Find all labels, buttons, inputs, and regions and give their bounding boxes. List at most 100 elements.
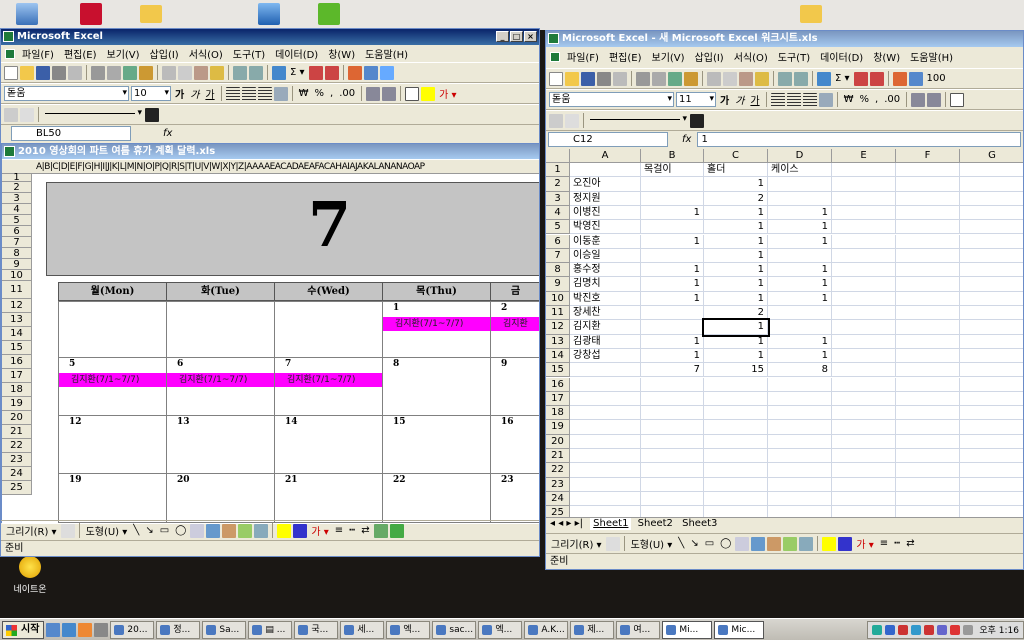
sheet-cell[interactable]: 1 — [641, 291, 704, 306]
diagram-icon[interactable] — [767, 536, 782, 551]
redo-icon[interactable] — [794, 71, 808, 86]
menu-view[interactable]: 보기(V) — [102, 46, 145, 61]
print-icon[interactable] — [636, 71, 650, 86]
sheet-cell[interactable] — [832, 491, 896, 507]
dash-style-icon[interactable]: ┅ — [892, 538, 902, 549]
row-header[interactable]: 12 — [546, 320, 570, 335]
drawing-icon[interactable] — [363, 65, 378, 80]
tab-scroll-buttons[interactable]: ◂ ◂ ▸ ▸| — [546, 518, 587, 529]
row-header[interactable]: 16 — [2, 355, 32, 369]
row-header[interactable]: 19 — [546, 420, 570, 435]
bold-button[interactable]: 가 — [173, 86, 186, 101]
sheet-cell[interactable] — [960, 320, 1023, 335]
merge-center-icon[interactable] — [273, 86, 288, 101]
tray-icon[interactable] — [885, 624, 896, 635]
wordart-icon[interactable] — [206, 523, 221, 538]
menu-help[interactable]: 도움말(H) — [905, 49, 958, 64]
increase-indent-icon[interactable] — [927, 92, 942, 107]
sheet-cell[interactable] — [832, 348, 896, 364]
fill-color-icon[interactable] — [421, 86, 436, 101]
line-icon[interactable]: ╲ — [676, 538, 686, 549]
sheet-cell[interactable]: 7 — [641, 363, 704, 378]
menu-format[interactable]: 서식(O) — [729, 49, 773, 64]
sheet-cell[interactable] — [641, 391, 704, 407]
sheet-cell[interactable] — [768, 391, 832, 407]
calendar-day-cell[interactable]: 8 — [382, 357, 491, 416]
3d-icon[interactable] — [389, 523, 404, 538]
menu-format[interactable]: 서식(O) — [184, 46, 228, 61]
merge-center-icon[interactable] — [818, 92, 833, 107]
vacation-event-bar[interactable]: 김지환 — [491, 317, 539, 331]
sheet-cell[interactable]: 정지원 — [570, 191, 641, 206]
textbox-icon[interactable] — [735, 536, 750, 551]
sheet-cell[interactable] — [768, 434, 832, 449]
sheet-cell[interactable] — [960, 420, 1023, 435]
sheet-cell[interactable] — [704, 406, 768, 421]
row-header[interactable]: 21 — [546, 449, 570, 464]
sheet-cell[interactable] — [832, 205, 896, 221]
sheet-cell[interactable]: 1 — [768, 263, 832, 278]
sheet-cell[interactable] — [960, 292, 1023, 306]
taskbar-button[interactable]: Sa... — [202, 620, 247, 639]
select-all-corner[interactable] — [546, 149, 570, 163]
format-painter-icon[interactable] — [210, 65, 224, 80]
select-objects-icon[interactable] — [605, 536, 620, 551]
row-header[interactable]: 4 — [2, 204, 32, 215]
taskbar-button[interactable]: ▤ ... — [248, 620, 293, 639]
sheet-cell[interactable]: 김명치 — [570, 277, 641, 292]
menu-view[interactable]: 보기(V) — [647, 49, 690, 64]
font-name-select[interactable]: 돋움 — [549, 92, 674, 107]
sheet-cell[interactable] — [896, 334, 960, 349]
sheet-cell[interactable] — [641, 191, 704, 206]
column-header[interactable]: B — [641, 149, 704, 163]
sheet-cell[interactable] — [832, 363, 896, 378]
tray-icon[interactable] — [937, 624, 948, 635]
vacation-event-bar[interactable]: 김지환(7/1~7/7) — [383, 317, 490, 331]
row-header[interactable]: 11 — [546, 306, 570, 321]
row-header[interactable]: 19 — [2, 397, 32, 411]
quicklaunch-ie-icon[interactable] — [62, 622, 77, 637]
sheet-cell[interactable] — [960, 249, 1023, 264]
sheet-cell[interactable]: 이동훈 — [570, 234, 641, 249]
undo-icon[interactable] — [778, 71, 792, 86]
sheet-cell[interactable]: 1 — [768, 277, 832, 292]
permission-icon[interactable] — [52, 65, 66, 80]
sheet-cell[interactable]: 김지환 — [570, 320, 641, 335]
line-color-icon[interactable] — [838, 536, 853, 551]
sheet-cell[interactable] — [570, 163, 641, 178]
sheet-cell[interactable] — [641, 477, 704, 492]
chart-icon[interactable] — [892, 71, 907, 86]
menu-edit[interactable]: 편집(E) — [59, 46, 102, 61]
autoshapes-menu[interactable]: 도형(U) ▾ — [84, 523, 130, 538]
sheet-cell[interactable] — [768, 177, 832, 192]
fill-color-icon[interactable] — [822, 536, 837, 551]
calendar-day-cell[interactable]: 2 김지환 — [490, 301, 539, 358]
oval-icon[interactable]: ◯ — [718, 538, 733, 549]
align-center-icon[interactable] — [241, 86, 256, 101]
my-computer-icon[interactable] — [16, 3, 38, 25]
column-header[interactable]: A — [570, 149, 641, 163]
sheet-cell[interactable] — [570, 434, 641, 449]
start-button[interactable]: 시작 — [2, 620, 45, 639]
menu-window[interactable]: 창(W) — [868, 49, 905, 64]
spelling-icon[interactable] — [668, 71, 682, 86]
taskbar-button[interactable]: 여... — [616, 620, 661, 639]
align-left-icon[interactable] — [225, 86, 240, 101]
sheet-cell[interactable] — [832, 234, 896, 249]
taskbar-button[interactable]: 엑... — [478, 620, 523, 639]
maximize-button[interactable]: □ — [510, 31, 523, 42]
picture-icon[interactable] — [799, 536, 814, 551]
paste-icon[interactable] — [739, 71, 753, 86]
comma-button[interactable]: , — [328, 88, 335, 99]
vacation-event-bar[interactable]: 김지환(7/1~7/7) — [275, 373, 382, 387]
chart-icon[interactable] — [347, 65, 362, 80]
row-header[interactable]: 7 — [2, 237, 32, 248]
sheet-cell[interactable] — [704, 463, 768, 478]
sheet-cell[interactable] — [832, 463, 896, 478]
italic-button[interactable]: 가 — [188, 86, 201, 101]
calendar-day-cell[interactable]: 9 — [490, 357, 539, 416]
pen-color-icon[interactable] — [145, 107, 159, 122]
sheet-cell[interactable] — [960, 463, 1023, 478]
right-window-titlebar[interactable]: Microsoft Excel - 새 Microsoft Excel 워크시트… — [546, 31, 1023, 47]
tab-sheet2[interactable]: Sheet2 — [635, 518, 676, 530]
